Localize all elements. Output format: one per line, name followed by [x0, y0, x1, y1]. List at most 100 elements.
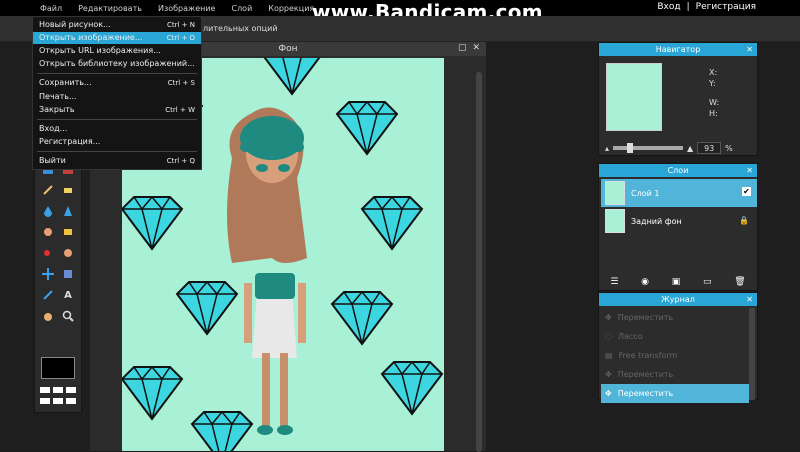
diamond-shape	[361, 196, 423, 250]
menu-item-exit[interactable]: Выйти Ctrl + Q	[33, 155, 201, 167]
history-scrollbar[interactable]	[749, 308, 755, 400]
eraser-tool-icon[interactable]	[59, 182, 77, 198]
layers-title: Слои	[667, 166, 689, 175]
drop-tool-icon[interactable]	[39, 203, 57, 219]
new-layer-icon[interactable]: ▣	[672, 277, 681, 287]
layer-row-1[interactable]: Слой 1 ✔	[601, 179, 757, 207]
move-tool-icon[interactable]	[39, 266, 57, 282]
avatar-figure	[227, 107, 307, 435]
y-label: Y:	[709, 79, 716, 88]
marquee-tool-icon[interactable]	[59, 266, 77, 282]
register-link[interactable]: Регистрация	[696, 2, 756, 12]
brush-tool-icon[interactable]	[39, 182, 57, 198]
folder-icon[interactable]: ▭	[703, 277, 712, 287]
h-label: H:	[709, 109, 718, 118]
history-close-icon[interactable]: ✕	[746, 293, 753, 306]
menu-layer[interactable]: Слой	[225, 4, 258, 13]
diamond-shape	[336, 101, 398, 155]
menu-item-close[interactable]: Закрыть Ctrl + W	[33, 104, 201, 116]
menu-item-new[interactable]: Новый рисунок... Ctrl + N	[33, 19, 201, 31]
menu-item-save[interactable]: Сохранить... Ctrl + S	[33, 77, 201, 89]
diamond-shape	[122, 366, 183, 420]
diamond-shape	[191, 411, 253, 451]
layer-name: Слой 1	[631, 188, 660, 198]
history-item[interactable]: ▤ Free transform	[601, 346, 749, 365]
history-panel: Журнал ✕ ✥ Переместить ◌ Лассо ▤ Free trans…	[598, 292, 758, 403]
layer-name: Задний фон	[631, 216, 682, 226]
layer-visibility-checkbox[interactable]: ✔	[742, 187, 751, 196]
layers-header: Слои ✕	[599, 164, 757, 177]
menu-item-open-library[interactable]: Открыть библиотеку изображений...	[33, 58, 201, 70]
diamond-shape	[261, 58, 323, 95]
layer-thumbnail	[605, 181, 625, 205]
menu-item-register[interactable]: Регистрация...	[33, 136, 201, 148]
document-scrollbar[interactable]	[476, 72, 482, 452]
layer-row-2[interactable]: Задний фон 🔒	[601, 207, 757, 235]
zoom-value[interactable]: 93	[697, 142, 722, 154]
history-header: Журнал ✕	[599, 293, 757, 306]
picker-tool-icon[interactable]	[39, 287, 57, 303]
history-item-active[interactable]: ✥ Переместить	[601, 384, 749, 403]
layer-mask-icon[interactable]: ◉	[641, 277, 649, 287]
redeye-tool-icon[interactable]	[39, 245, 57, 261]
diamond-shape	[176, 281, 238, 335]
transform-icon: ▤	[605, 351, 613, 360]
zoom-slider[interactable]	[613, 143, 684, 153]
restore-icon[interactable]: ▢	[458, 43, 467, 53]
layers-footer: ☰ ◉ ▣ ▭ 🗑	[599, 274, 757, 290]
login-link[interactable]: Вход	[657, 2, 680, 12]
lock-icon: 🔒	[739, 216, 749, 225]
color-swatch[interactable]	[41, 357, 75, 379]
history-item[interactable]: ◌ Лассо	[601, 327, 749, 346]
menu-edit[interactable]: Редактировать	[72, 4, 148, 13]
menu-item-open[interactable]: Открыть изображение... Ctrl + O	[33, 32, 201, 44]
menu-item-open-url[interactable]: Открыть URL изображения...	[33, 45, 201, 57]
menu-image[interactable]: Изображение	[152, 4, 222, 13]
smudge-tool-icon[interactable]	[39, 224, 57, 240]
file-menu-dropdown: Новый рисунок... Ctrl + N Открыть изображ…	[32, 16, 202, 170]
navigator-panel: Навигатор ✕ X: Y: W: H: ▴ ▲ 93 %	[598, 42, 758, 156]
lasso-icon: ◌	[605, 332, 612, 341]
diamond-shape	[122, 196, 183, 250]
w-label: W:	[709, 98, 720, 107]
sponge-tool-icon[interactable]	[59, 224, 77, 240]
zoom-in-icon[interactable]: ▲	[687, 144, 693, 153]
zoom-out-icon[interactable]: ▴	[605, 144, 609, 153]
menu-divider	[37, 73, 197, 74]
zoom-unit: %	[725, 143, 733, 153]
navigator-info: X: Y: W: H:	[709, 67, 719, 119]
menu-file[interactable]: Файл	[34, 4, 68, 13]
move-icon: ✥	[605, 370, 612, 379]
layer-props-icon[interactable]: ☰	[610, 277, 618, 287]
move-icon: ✥	[605, 389, 612, 398]
zoom-tool-icon[interactable]	[59, 308, 77, 324]
history-item[interactable]: ✥ Переместить	[601, 365, 749, 384]
menu-item-login[interactable]: Вход...	[33, 123, 201, 135]
auth-links: Вход | Регистрация	[657, 2, 756, 12]
zoom-slider-thumb[interactable]	[627, 143, 634, 153]
options-label: лительных опций	[203, 24, 278, 33]
menu-item-print[interactable]: Печать...	[33, 91, 201, 103]
hand-tool-icon[interactable]	[39, 308, 57, 324]
menu-divider	[37, 151, 197, 152]
text-tool-icon[interactable]: A	[59, 287, 77, 303]
grid-icon[interactable]	[40, 387, 78, 405]
navigator-header: Навигатор ✕	[599, 43, 757, 56]
menu-divider	[37, 119, 197, 120]
history-title: Журнал	[661, 295, 695, 304]
spot-heal-tool-icon[interactable]	[59, 245, 77, 261]
layer-thumbnail	[605, 209, 625, 233]
x-label: X:	[709, 68, 718, 77]
navigator-thumbnail[interactable]	[606, 63, 662, 131]
trash-icon[interactable]: 🗑	[734, 277, 745, 287]
history-item[interactable]: ✥ Переместить	[601, 308, 749, 327]
move-icon: ✥	[605, 313, 612, 322]
layers-close-icon[interactable]: ✕	[746, 164, 753, 177]
document-controls: ▢ ✕	[458, 43, 480, 53]
navigator-close-icon[interactable]: ✕	[746, 43, 753, 56]
layers-panel: Слои ✕ Слой 1 ✔ Задний фон 🔒 ☰ ◉ ▣ ▭ 🗑	[598, 163, 758, 291]
diamond-shape	[381, 361, 443, 415]
sharpen-tool-icon[interactable]	[59, 203, 77, 219]
auth-separator: |	[686, 2, 690, 12]
close-icon[interactable]: ✕	[472, 43, 480, 53]
